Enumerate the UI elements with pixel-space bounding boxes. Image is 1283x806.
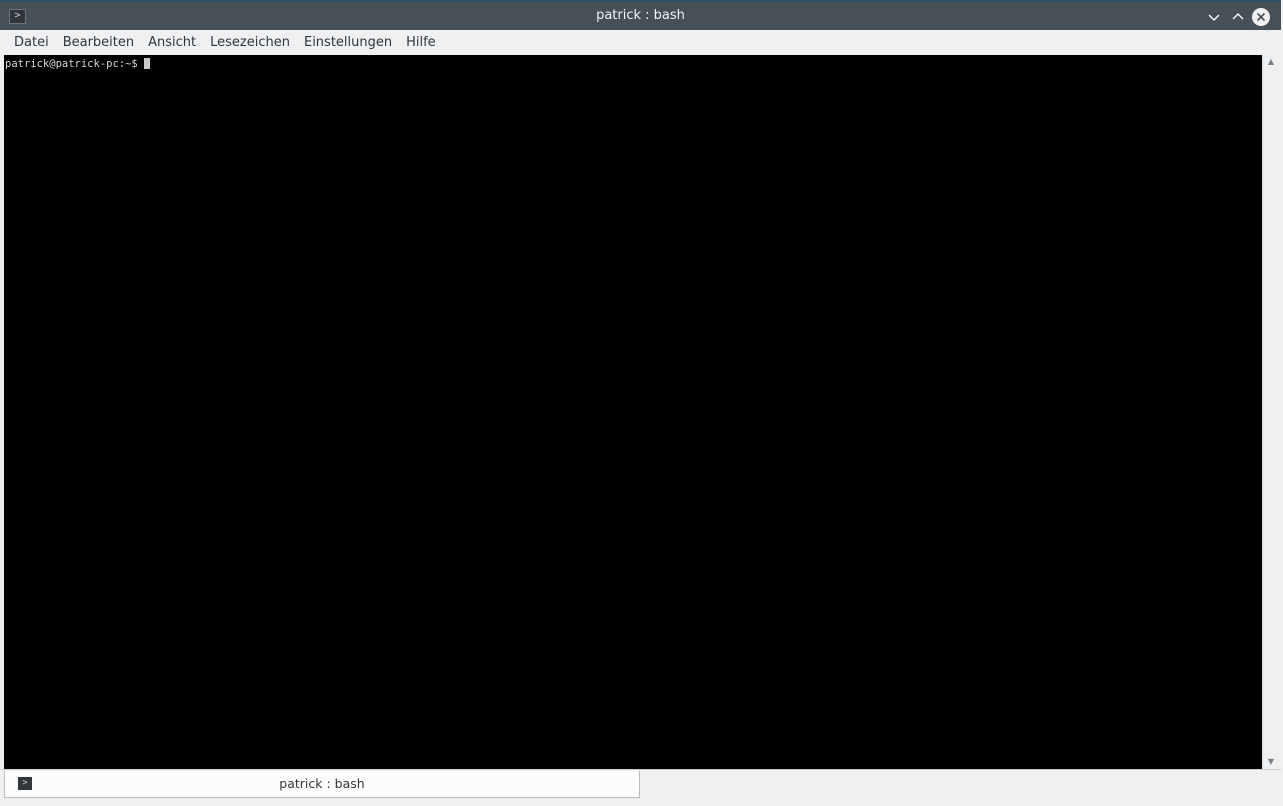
tab-patrick-bash[interactable]: > patrick : bash	[4, 771, 640, 798]
scroll-up-icon[interactable]: ▲	[1263, 56, 1279, 68]
tab-label: patrick : bash	[279, 776, 365, 791]
text-cursor	[143, 58, 150, 69]
menu-bearbeiten[interactable]: Bearbeiten	[56, 30, 141, 55]
terminal-scrollbar[interactable]: ▲ ▼	[1262, 55, 1279, 769]
menu-ansicht[interactable]: Ansicht	[141, 30, 203, 55]
menu-einstellungen[interactable]: Einstellungen	[297, 30, 399, 55]
terminal-output[interactable]: patrick@patrick-pc:~$	[4, 55, 1262, 769]
chevron-up-icon	[1232, 13, 1244, 20]
minimize-button[interactable]	[1205, 8, 1223, 26]
shell-prompt: patrick@patrick-pc:~$	[5, 58, 138, 70]
menu-hilfe[interactable]: Hilfe	[399, 30, 443, 55]
maximize-button[interactable]	[1229, 8, 1247, 26]
title-bar[interactable]: > patrick : bash	[0, 2, 1281, 30]
window-title: patrick : bash	[596, 8, 685, 23]
menu-lesezeichen[interactable]: Lesezeichen	[203, 30, 297, 55]
menu-datei[interactable]: Datei	[7, 30, 56, 55]
chevron-down-icon	[1208, 14, 1220, 21]
tab-bar: > patrick : bash	[0, 769, 1281, 806]
konsole-window: > patrick : bash Datei Bearbeiten Ansich…	[0, 2, 1281, 806]
close-icon	[1256, 12, 1266, 22]
close-button[interactable]	[1252, 8, 1270, 26]
scroll-down-icon[interactable]: ▼	[1263, 756, 1279, 768]
menu-bar: Datei Bearbeiten Ansicht Lesezeichen Ein…	[0, 30, 1281, 55]
shell-prompt-line: patrick@patrick-pc:~$	[5, 57, 150, 71]
